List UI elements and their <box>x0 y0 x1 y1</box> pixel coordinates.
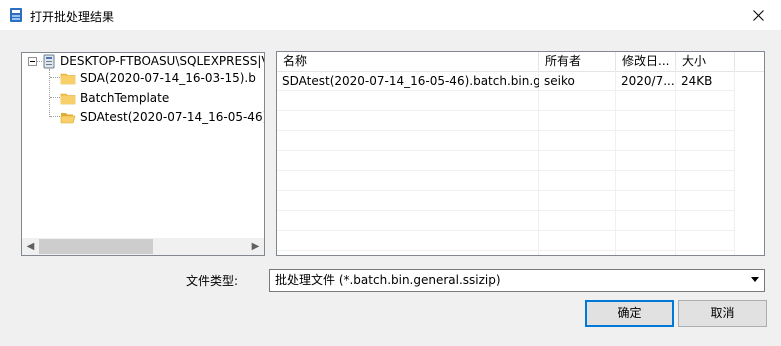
filetype-label: 文件类型: <box>186 274 239 288</box>
title-bar: 打开批处理结果 <box>0 0 781 30</box>
empty-row <box>277 191 735 211</box>
column-name[interactable]: 名称 <box>277 52 539 71</box>
empty-row <box>277 211 735 231</box>
tree-item[interactable]: SDA(2020-07-14_16-03-15).b <box>80 70 256 86</box>
empty-row <box>277 231 735 251</box>
tree-root-label[interactable]: DESKTOP-FTBOASU\SQLEXPRESS|VAIO <box>60 53 264 69</box>
dropdown-button[interactable] <box>746 270 764 291</box>
file-list[interactable]: 名称 所有者 修改日... 大小 SDAtest(2020-07-14_16-0… <box>276 51 765 256</box>
empty-row <box>277 131 735 151</box>
cell-name: SDAtest(2020-07-14_16-05-46).batch.bin.g… <box>282 74 539 88</box>
scroll-right-icon[interactable]: ▶ <box>247 238 264 255</box>
column-size[interactable]: 大小 <box>676 52 735 71</box>
scroll-thumb[interactable] <box>39 239 153 254</box>
close-button[interactable] <box>735 0 781 30</box>
cell-owner: seiko <box>544 74 575 88</box>
empty-row <box>277 151 735 171</box>
collapse-toggle[interactable] <box>28 57 37 66</box>
empty-row <box>277 171 735 191</box>
batch-tree[interactable]: DESKTOP-FTBOASU\SQLEXPRESS|VAIO SDA(2020… <box>21 52 265 256</box>
column-owner[interactable]: 所有者 <box>539 52 616 71</box>
close-icon <box>752 10 764 21</box>
tree-item[interactable]: SDAtest(2020-07-14_16-05-46).b <box>80 109 264 125</box>
server-icon <box>43 54 55 69</box>
list-header: 名称 所有者 修改日... 大小 <box>277 52 764 72</box>
tree-item[interactable]: BatchTemplate <box>80 90 169 106</box>
empty-row <box>277 111 735 131</box>
folder-icon <box>60 93 76 105</box>
table-row[interactable]: SDAtest(2020-07-14_16-05-46).batch.bin.g… <box>277 71 735 91</box>
empty-row <box>277 91 735 111</box>
filetype-value: 批处理文件 (*.batch.bin.general.ssizip) <box>275 273 501 287</box>
cell-modified: 2020/7... <box>621 74 675 88</box>
filetype-select[interactable]: 批处理文件 (*.batch.bin.general.ssizip) <box>269 269 765 292</box>
folder-open-icon <box>60 113 76 124</box>
chevron-down-icon <box>751 277 759 282</box>
folder-icon <box>60 73 76 85</box>
cell-size: 24KB <box>681 74 713 88</box>
app-icon <box>10 8 22 22</box>
window-title: 打开批处理结果 <box>30 10 115 24</box>
ok-button[interactable]: 确定 <box>585 300 674 327</box>
column-modified[interactable]: 修改日... <box>616 52 676 71</box>
cancel-button[interactable]: 取消 <box>678 300 767 327</box>
scroll-left-icon[interactable]: ◀ <box>22 238 39 255</box>
tree-hscrollbar[interactable]: ◀ ▶ <box>22 238 264 255</box>
